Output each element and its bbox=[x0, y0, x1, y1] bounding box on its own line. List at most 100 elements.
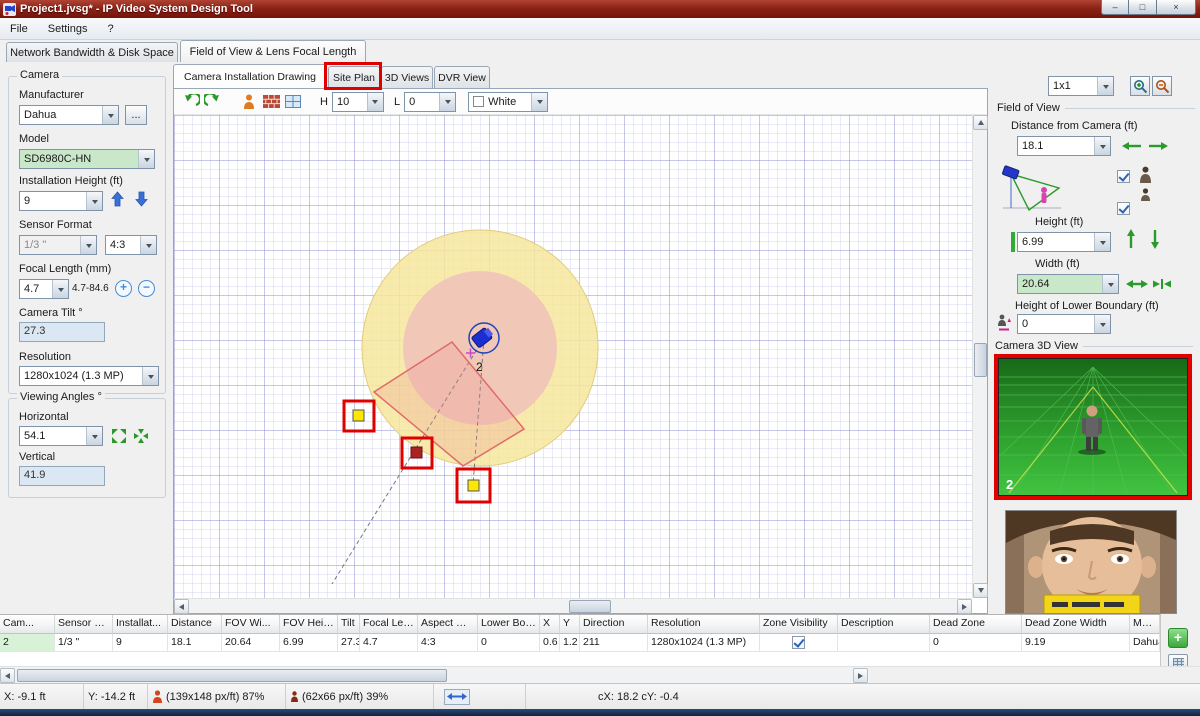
add-wall-button[interactable] bbox=[260, 91, 282, 112]
col-zone-visibility[interactable]: Zone Visibility bbox=[760, 615, 838, 634]
col-fov-height[interactable]: FOV Heig... bbox=[280, 615, 338, 634]
fov-distance-handle[interactable] bbox=[468, 480, 479, 491]
cell-manufacturer[interactable]: Dahua bbox=[1130, 634, 1160, 652]
zoom-in-button[interactable] bbox=[1130, 76, 1150, 96]
cell-dead-zone[interactable]: 0 bbox=[930, 634, 1022, 652]
chevron-down-icon[interactable] bbox=[80, 236, 96, 254]
table-scroll-right-button[interactable] bbox=[853, 668, 868, 683]
add-person-button[interactable] bbox=[238, 91, 260, 112]
cell-description[interactable] bbox=[838, 634, 930, 652]
height-decrease-button[interactable] bbox=[1149, 228, 1161, 250]
menu-file[interactable]: File bbox=[0, 21, 38, 37]
chevron-down-icon[interactable] bbox=[1094, 137, 1110, 155]
scroll-up-button[interactable] bbox=[973, 115, 988, 130]
vscroll-thumb[interactable] bbox=[974, 343, 987, 377]
tab-network-bandwidth[interactable]: Network Bandwidth & Disk Space bbox=[6, 42, 178, 62]
chevron-down-icon[interactable] bbox=[1094, 233, 1110, 251]
chevron-down-icon[interactable] bbox=[1102, 275, 1118, 293]
redo-button[interactable] bbox=[202, 91, 224, 112]
horizontal-angle-select[interactable]: 54.1 bbox=[19, 426, 103, 446]
tab-3d-views[interactable]: 3D Views bbox=[381, 66, 433, 88]
lower-boundary-select[interactable]: 0 bbox=[1017, 314, 1111, 334]
wall-color-select[interactable]: White bbox=[468, 92, 548, 112]
resolution-select[interactable]: 1280x1024 (1.3 MP) bbox=[19, 366, 159, 386]
cell-fov-height[interactable]: 6.99 bbox=[280, 634, 338, 652]
maximize-button[interactable]: □ bbox=[1129, 0, 1156, 15]
show-child-checkbox[interactable] bbox=[1117, 202, 1130, 215]
canvas-hscrollbar[interactable] bbox=[174, 598, 972, 613]
col-dead-zone-width[interactable]: Dead Zone Width bbox=[1022, 615, 1130, 634]
cell-x[interactable]: 0.6 bbox=[540, 634, 560, 652]
cell-resolution[interactable]: 1280x1024 (1.3 MP) bbox=[648, 634, 760, 652]
tab-field-of-view[interactable]: Field of View & Lens Focal Length bbox=[180, 40, 366, 62]
chevron-down-icon[interactable] bbox=[439, 93, 455, 111]
cell-installation[interactable]: 9 bbox=[113, 634, 168, 652]
chevron-down-icon[interactable] bbox=[86, 192, 102, 210]
cell-dead-zone-width[interactable]: 9.19 bbox=[1022, 634, 1130, 652]
menu-help[interactable]: ? bbox=[97, 21, 123, 37]
measure-tool-button[interactable] bbox=[444, 689, 470, 705]
chevron-down-icon[interactable] bbox=[531, 93, 547, 111]
chevron-down-icon[interactable] bbox=[1097, 77, 1113, 95]
site-plan-canvas[interactable]: 2 bbox=[174, 115, 972, 598]
chevron-down-icon[interactable] bbox=[102, 106, 118, 124]
col-manufacturer[interactable]: Ma... bbox=[1130, 615, 1160, 634]
col-fov-width[interactable]: FOV Wi... bbox=[222, 615, 280, 634]
cell-aspect-ratio[interactable]: 4:3 bbox=[418, 634, 478, 652]
cell-camera[interactable]: 2 bbox=[0, 634, 55, 652]
wall-height-select[interactable]: 10 bbox=[332, 92, 384, 112]
zoom-out-button[interactable] bbox=[1152, 76, 1172, 96]
installation-height-select[interactable]: 9 bbox=[19, 191, 103, 211]
raise-camera-button[interactable] bbox=[111, 191, 124, 210]
lower-camera-button[interactable] bbox=[135, 191, 148, 210]
fov-direction-handle[interactable] bbox=[411, 447, 422, 458]
layout-select[interactable]: 1x1 bbox=[1048, 76, 1114, 96]
add-camera-button[interactable]: + bbox=[1168, 628, 1188, 648]
col-camera[interactable]: Cam... bbox=[0, 615, 55, 634]
hscroll-thumb[interactable] bbox=[569, 600, 611, 613]
distance-increase-button[interactable] bbox=[1147, 140, 1169, 152]
canvas-vscrollbar[interactable] bbox=[972, 115, 987, 598]
col-sensor-size[interactable]: Sensor Si... bbox=[55, 615, 113, 634]
scroll-left-button[interactable] bbox=[174, 599, 189, 614]
width-shrink-button[interactable] bbox=[1151, 278, 1173, 290]
close-button[interactable]: × bbox=[1156, 0, 1196, 15]
minimize-button[interactable]: – bbox=[1101, 0, 1129, 15]
wall-length-select[interactable]: 0 bbox=[404, 92, 456, 112]
shrink-fov-button[interactable] bbox=[133, 428, 149, 447]
cell-y[interactable]: 1.2 bbox=[560, 634, 580, 652]
undo-button[interactable] bbox=[180, 91, 202, 112]
col-y[interactable]: Y bbox=[560, 615, 580, 634]
col-description[interactable]: Description bbox=[838, 615, 930, 634]
cell-tilt[interactable]: 27.3 bbox=[338, 634, 360, 652]
cell-fov-width[interactable]: 20.64 bbox=[222, 634, 280, 652]
tab-camera-installation-drawing[interactable]: Camera Installation Drawing bbox=[173, 64, 327, 88]
model-select[interactable]: SD6980C-HN bbox=[19, 149, 155, 169]
col-focal-length[interactable]: Focal Len... bbox=[360, 615, 418, 634]
height-select[interactable]: 6.99 bbox=[1017, 232, 1111, 252]
height-increase-button[interactable] bbox=[1125, 228, 1137, 250]
cell-zone-visibility[interactable] bbox=[760, 634, 838, 652]
col-direction[interactable]: Direction bbox=[580, 615, 648, 634]
distance-select[interactable]: 18.1 bbox=[1017, 136, 1111, 156]
col-installation[interactable]: Installat... bbox=[113, 615, 168, 634]
chevron-down-icon[interactable] bbox=[52, 280, 68, 298]
focal-length-select[interactable]: 4.7 bbox=[19, 279, 69, 299]
table-hscrollbar[interactable] bbox=[0, 666, 870, 683]
cell-focal-length[interactable]: 4.7 bbox=[360, 634, 418, 652]
width-expand-button[interactable] bbox=[1125, 278, 1149, 290]
scroll-right-button[interactable] bbox=[957, 599, 972, 614]
chevron-down-icon[interactable] bbox=[142, 367, 158, 385]
col-dead-zone[interactable]: Dead Zone bbox=[930, 615, 1022, 634]
sensor-format-select[interactable]: 1/3 " bbox=[19, 235, 97, 255]
cell-sensor-size[interactable]: 1/3 " bbox=[55, 634, 113, 652]
chevron-down-icon[interactable] bbox=[138, 150, 154, 168]
zone-visibility-checkbox[interactable] bbox=[792, 636, 805, 649]
cell-distance[interactable]: 18.1 bbox=[168, 634, 222, 652]
tab-dvr-view[interactable]: DVR View bbox=[434, 66, 490, 88]
menu-settings[interactable]: Settings bbox=[38, 21, 98, 37]
add-window-button[interactable] bbox=[282, 91, 304, 112]
table-hscroll-thumb[interactable] bbox=[17, 669, 447, 682]
show-adult-checkbox[interactable] bbox=[1117, 170, 1130, 183]
scroll-down-button[interactable] bbox=[973, 583, 988, 598]
